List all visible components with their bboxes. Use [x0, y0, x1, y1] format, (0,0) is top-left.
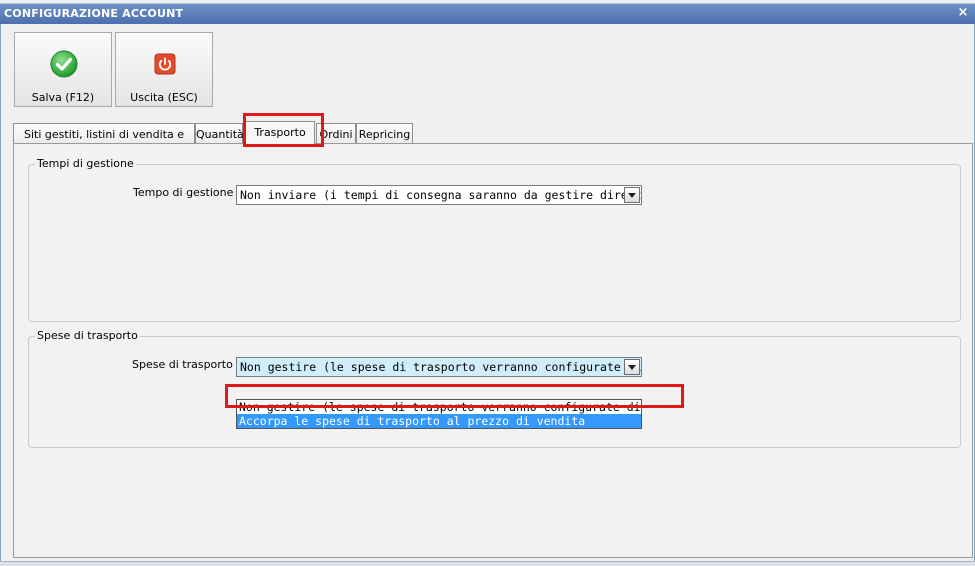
- tab-strip: Siti gestiti, listini di vendita e lingu…: [13, 121, 973, 154]
- bottom-bar: [0, 561, 975, 566]
- exit-button-label: Uscita (ESC): [130, 91, 198, 104]
- window-titlebar: CONFIGURAZIONE ACCOUNT ×: [0, 4, 975, 24]
- tab-ordini[interactable]: Ordini: [316, 123, 356, 143]
- tab-siti-gestiti[interactable]: Siti gestiti, listini di vendita e lingu…: [13, 123, 195, 154]
- tab-trasporto[interactable]: Trasporto: [245, 121, 315, 144]
- group-title-tempi: Tempi di gestione: [35, 157, 136, 170]
- close-button[interactable]: ×: [956, 6, 970, 20]
- option-accorpa-spese[interactable]: Accorpa le spese di trasporto al prezzo …: [237, 414, 641, 428]
- save-button[interactable]: Salva (F12): [14, 32, 112, 107]
- exit-button[interactable]: Uscita (ESC): [115, 32, 213, 107]
- check-icon: [50, 50, 78, 78]
- power-icon: [154, 53, 176, 75]
- group-title-spese: Spese di trasporto: [35, 329, 140, 342]
- spese-di-trasporto-select[interactable]: Non gestire (le spese di trasporto verra…: [236, 357, 642, 377]
- tempo-di-gestione-label: Tempo di gestione :: [133, 186, 241, 199]
- account-config-window: Salva (F12) Uscita (ESC) Siti gestiti, l…: [0, 24, 975, 566]
- chevron-down-icon[interactable]: [624, 187, 640, 203]
- tab-content-trasporto: Tempi di gestione Tempo di gestione : No…: [13, 143, 973, 558]
- spese-di-trasporto-dropdown: Non gestire (le spese di trasporto verra…: [236, 399, 642, 429]
- group-spese-di-trasporto: Spese di trasporto: [28, 329, 961, 448]
- tempo-di-gestione-value: Non inviare (i tempi di consegna saranno…: [240, 188, 642, 202]
- option-non-gestire[interactable]: Non gestire (le spese di trasporto verra…: [237, 400, 641, 414]
- save-button-label: Salva (F12): [31, 91, 95, 104]
- tab-quantita[interactable]: Quantità: [195, 123, 244, 143]
- chevron-down-icon[interactable]: [624, 359, 640, 375]
- window-title: CONFIGURAZIONE ACCOUNT: [4, 7, 184, 20]
- spese-di-trasporto-value: Non gestire (le spese di trasporto verra…: [240, 360, 641, 374]
- tempo-di-gestione-select[interactable]: Non inviare (i tempi di consegna saranno…: [236, 185, 642, 205]
- spese-di-trasporto-label: Spese di trasporto :: [132, 358, 241, 371]
- tab-repricing[interactable]: Repricing: [356, 123, 413, 143]
